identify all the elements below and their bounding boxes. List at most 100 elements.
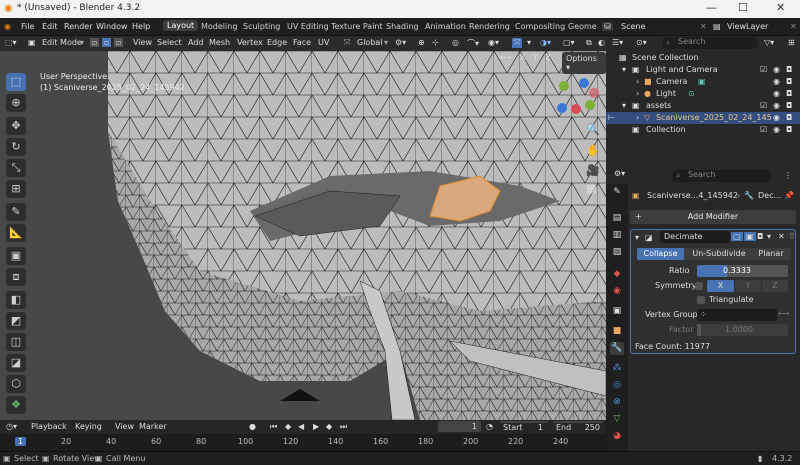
collapse-chevron-icon[interactable]: ▾ bbox=[635, 233, 639, 242]
editmode-display-icon[interactable]: ▢ bbox=[731, 232, 743, 241]
play-icon[interactable]: ▶ bbox=[313, 422, 319, 431]
expand-icon[interactable]: ▾ bbox=[622, 101, 626, 110]
render-tab-icon[interactable]: ▤ bbox=[610, 212, 624, 225]
camera-render-icon[interactable]: ◘ bbox=[786, 113, 792, 122]
viewlayer-close-icon[interactable]: ✕ bbox=[790, 22, 797, 31]
ortho-grid-icon[interactable]: ▦ bbox=[586, 182, 596, 195]
menu-vertex[interactable]: Vertex bbox=[237, 38, 263, 47]
current-frame-marker[interactable]: 1 bbox=[15, 437, 27, 446]
orientation-dropdown[interactable]: Global bbox=[357, 38, 383, 47]
xray-toggle-icon[interactable]: ⧉ bbox=[586, 38, 592, 48]
world-tab-icon[interactable]: ◉ bbox=[610, 285, 624, 298]
gizmo-toggle-icon[interactable]: ⤧ bbox=[512, 38, 523, 48]
shading-wireframe-icon[interactable]: ◐ bbox=[598, 38, 605, 47]
3d-viewport[interactable]: ⬚ ⊕ ✥ ↻ ⤡ ⊞ ✎ 📐 ▣ ⧈ ◧ ◩ ◫ ◪ ⬡ ❖ User Per… bbox=[0, 51, 606, 420]
material-tab-icon[interactable]: ◕ bbox=[610, 430, 624, 443]
jump-start-icon[interactable]: ⏮ bbox=[270, 422, 277, 432]
menu-help[interactable]: Help bbox=[132, 22, 150, 31]
proportional-edit-icon[interactable]: ◎ bbox=[452, 38, 459, 47]
outliner-row[interactable]: ▾ ▣ assets ☑ ◉ ◘ bbox=[606, 100, 800, 112]
tab-compositing[interactable]: Compositing bbox=[515, 22, 565, 31]
checkbox-icon[interactable]: ☑ bbox=[760, 125, 767, 134]
minimize-button[interactable]: — bbox=[706, 1, 717, 14]
checkbox-icon[interactable]: ☑ bbox=[760, 101, 767, 110]
expand-icon[interactable]: › bbox=[636, 89, 639, 98]
filter-icon[interactable]: ▽▾ bbox=[764, 38, 774, 47]
eye-icon[interactable]: ◉ bbox=[773, 125, 780, 134]
mesh-edit-overlay-icon[interactable]: ▢▾ bbox=[563, 38, 575, 47]
symmetry-axis-x[interactable]: X bbox=[707, 280, 734, 292]
invert-vertex-group-icon[interactable]: ⟷ bbox=[778, 309, 789, 318]
rotate-tool-icon[interactable]: ↻ bbox=[6, 138, 26, 156]
modifier-name-field[interactable]: Decimate bbox=[660, 231, 730, 243]
camera-view-icon[interactable]: 🎥 bbox=[586, 164, 600, 177]
menu-mesh[interactable]: Mesh bbox=[209, 38, 230, 47]
outliner-row[interactable]: ▦ Scene Collection bbox=[606, 52, 800, 64]
next-key-icon[interactable]: ◆ bbox=[326, 422, 332, 431]
loop-cut-tool-icon[interactable]: ◫ bbox=[6, 333, 26, 351]
timeline-ruler[interactable]: 1 20 40 60 80 100 120 140 160 180 200 22… bbox=[0, 434, 606, 451]
realtime-display-icon[interactable]: ▣ bbox=[744, 232, 756, 241]
maximize-button[interactable]: ☐ bbox=[738, 1, 748, 14]
render-display-icon[interactable]: ◘ bbox=[757, 232, 763, 241]
tab-rendering[interactable]: Rendering bbox=[469, 22, 510, 31]
pan-hand-icon[interactable]: ✋ bbox=[586, 144, 600, 157]
eye-icon[interactable]: ◉ bbox=[773, 101, 780, 110]
symmetry-axis-y[interactable]: Y bbox=[735, 280, 761, 292]
scale-tool-icon[interactable]: ⤡ bbox=[6, 159, 26, 177]
transform-orientation-icon[interactable]: ⤧ bbox=[344, 38, 350, 48]
particles-tab-icon[interactable]: ⁂ bbox=[610, 362, 624, 375]
menu-render[interactable]: Render bbox=[64, 22, 92, 31]
snap-icon[interactable]: ⊕ bbox=[418, 38, 425, 47]
annotate-tool-icon[interactable]: ✎ bbox=[6, 203, 26, 221]
camera-render-icon[interactable]: ◘ bbox=[786, 125, 792, 134]
mode-dropdown-chevron-icon[interactable]: ▾ bbox=[80, 38, 84, 47]
menu-edit[interactable]: Edit bbox=[42, 22, 58, 31]
tab-texture-paint[interactable]: Texture Paint bbox=[331, 22, 383, 31]
outliner-editor-icon[interactable]: ☰▾ bbox=[612, 38, 623, 47]
measure-tool-icon[interactable]: 📐 bbox=[6, 224, 26, 242]
poly-build-tool-icon[interactable]: ⬡ bbox=[6, 375, 26, 393]
overlay-toggle-icon[interactable]: ◑▾ bbox=[540, 38, 551, 47]
tab-planar[interactable]: Planar bbox=[751, 248, 791, 260]
eye-icon[interactable]: ◉ bbox=[773, 65, 780, 74]
pin-icon[interactable]: 📌 bbox=[784, 191, 794, 200]
tool-tab-icon[interactable]: ✎ bbox=[610, 186, 624, 199]
marker-menu[interactable]: Marker bbox=[139, 422, 167, 431]
bevel-tool-icon[interactable]: ◩ bbox=[6, 312, 26, 330]
ratio-slider[interactable]: 0.3333 bbox=[697, 265, 788, 277]
vertex-select-icon[interactable]: ▫ bbox=[90, 38, 100, 47]
tab-shading[interactable]: Shading bbox=[386, 22, 419, 31]
add-modifier-button[interactable]: + Add Modifier bbox=[630, 210, 796, 224]
current-frame-field[interactable]: 1 bbox=[438, 421, 481, 432]
tab-modeling[interactable]: Modeling bbox=[201, 22, 237, 31]
spin-tool-icon[interactable]: ❖ bbox=[6, 396, 26, 414]
scene-close-icon[interactable]: ✕ bbox=[700, 22, 707, 31]
physics-tab-icon[interactable]: ◎ bbox=[610, 379, 624, 392]
vertex-group-field[interactable]: ⁘ bbox=[697, 309, 777, 321]
outliner-row-selected[interactable]: ⊢ › ▽ Scaniverse_2025_02_24_145 ◉ ◘ bbox=[606, 112, 800, 124]
navigation-gizmo[interactable] bbox=[550, 75, 600, 119]
scene-tab-icon[interactable]: ◆ bbox=[610, 268, 624, 281]
menu-select[interactable]: Select bbox=[157, 38, 182, 47]
object-visibility-icon[interactable]: ◉▾ bbox=[488, 38, 499, 47]
face-select-icon[interactable]: ▫ bbox=[114, 38, 124, 47]
output-tab-icon[interactable]: ▥ bbox=[610, 229, 624, 242]
menu-face[interactable]: Face bbox=[293, 38, 311, 47]
triangulate-checkbox[interactable] bbox=[697, 296, 705, 304]
outliner-search-input[interactable]: Search bbox=[662, 37, 758, 49]
expand-icon[interactable]: › bbox=[636, 113, 639, 122]
select-box-tool-icon[interactable]: ⬚ bbox=[6, 73, 26, 91]
timeline-view-menu[interactable]: View bbox=[115, 422, 134, 431]
snap-target-icon[interactable]: ⊹ bbox=[432, 38, 439, 47]
modifier-menu-chevron-icon[interactable]: ▾ bbox=[767, 232, 771, 241]
axis-x-toggle[interactable]: X bbox=[520, 53, 525, 62]
edit-mode-row-icon[interactable]: ⊢ bbox=[608, 113, 615, 122]
jump-end-icon[interactable]: ⏭ bbox=[340, 422, 347, 432]
blender-menu-icon[interactable]: ◉ bbox=[4, 22, 11, 31]
drag-handle-icon[interactable]: ⠿ bbox=[789, 232, 795, 241]
pivot-icon[interactable]: ⚙▾ bbox=[395, 38, 406, 47]
expand-icon[interactable]: › bbox=[636, 77, 639, 86]
camera-render-icon[interactable]: ◘ bbox=[786, 65, 792, 74]
tab-un-subdivide[interactable]: Un-Subdivide bbox=[689, 248, 749, 260]
